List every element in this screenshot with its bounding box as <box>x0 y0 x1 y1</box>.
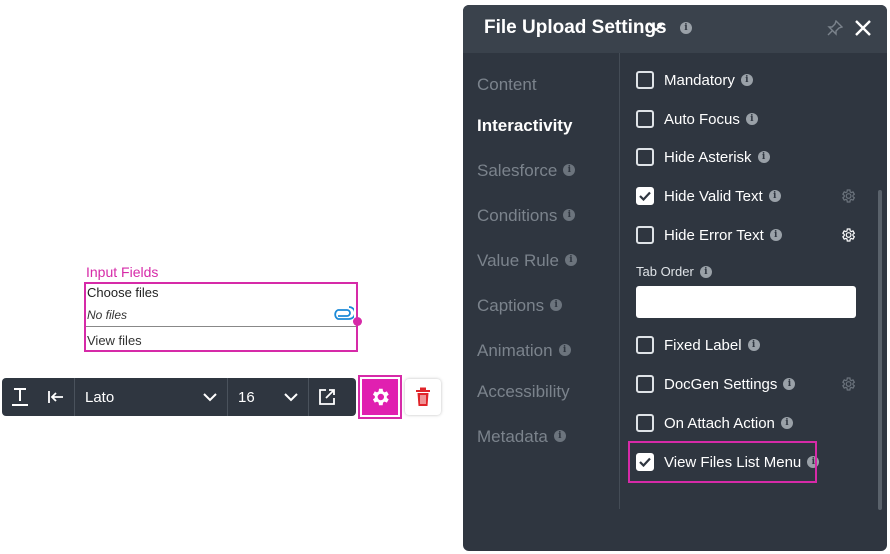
on-attach-action-checkbox[interactable] <box>636 414 654 432</box>
resize-handle[interactable] <box>353 317 362 326</box>
hide-asterisk-label: Hide Asterisk <box>664 148 752 166</box>
info-icon: i <box>563 209 576 222</box>
nav-item-label: Metadata <box>477 427 548 446</box>
scrollbar[interactable] <box>878 190 882 510</box>
info-icon: i <box>757 151 770 163</box>
nav-item-captions[interactable]: Captions i <box>477 296 563 316</box>
nav-item-value-rule[interactable]: Value Rule i <box>477 251 577 271</box>
trash-icon <box>416 387 430 406</box>
nav-item-label: Value Rule <box>477 251 559 270</box>
nav-item-metadata[interactable]: Metadata i <box>477 427 566 447</box>
option-mandatory[interactable]: Mandatory i <box>636 69 753 91</box>
hide-valid-text-gear-icon[interactable] <box>840 188 856 204</box>
info-icon: i <box>783 378 796 390</box>
view-files-link[interactable]: View files <box>87 333 142 348</box>
nav-item-label: Accessibility <box>477 382 570 401</box>
file-upload-widget[interactable]: Choose files No files View files <box>84 282 362 352</box>
info-icon: i <box>740 74 753 86</box>
option-docgen-settings[interactable]: DocGen Settings i <box>636 373 796 395</box>
align-left-button[interactable] <box>38 378 74 416</box>
auto-focus-checkbox[interactable] <box>636 110 654 128</box>
no-files-text: No files <box>87 308 128 322</box>
docgen-settings-checkbox[interactable] <box>636 375 654 393</box>
hide-error-text-gear-icon[interactable] <box>840 227 856 243</box>
nav-item-label: Content <box>477 75 537 94</box>
mandatory-label: Mandatory <box>664 71 735 89</box>
option-hide-valid-text[interactable]: Hide Valid Text i <box>636 185 781 207</box>
mandatory-checkbox[interactable] <box>636 71 654 89</box>
nav-item-label: Salesforce <box>477 161 558 180</box>
font-family-value: Lato <box>85 388 115 406</box>
checkmark-icon <box>639 191 651 201</box>
chevron-down-icon[interactable] <box>649 23 663 32</box>
chevron-down-icon <box>284 392 298 401</box>
info-icon: i <box>564 254 577 267</box>
close-icon[interactable] <box>853 18 873 38</box>
info-icon: i <box>550 299 563 312</box>
settings-gear-button[interactable] <box>358 375 402 419</box>
chevron-down-icon <box>203 392 217 401</box>
nav-item-salesforce[interactable]: Salesforce i <box>477 161 576 181</box>
info-icon: i <box>553 430 566 443</box>
nav-item-animation[interactable]: Animation i <box>477 341 571 361</box>
external-link-icon <box>319 389 335 405</box>
docgen-settings-label: DocGen Settings <box>664 375 778 393</box>
widget-divider <box>86 326 356 327</box>
align-left-icon <box>48 391 63 403</box>
option-hide-error-text[interactable]: Hide Error Text i <box>636 224 782 246</box>
tab-order-input[interactable] <box>636 286 856 318</box>
info-icon: i <box>747 339 760 351</box>
hide-valid-text-checkbox[interactable] <box>636 187 654 205</box>
paperclip-icon[interactable] <box>332 306 354 320</box>
panel-header: File Upload Settings i <box>463 5 887 53</box>
font-family-select[interactable]: Lato <box>75 378 227 416</box>
info-icon: i <box>563 164 576 177</box>
info-icon: i <box>745 113 758 125</box>
settings-panel: File Upload Settings i Content Interactiv… <box>463 5 887 551</box>
option-auto-focus[interactable]: Auto Focus i <box>636 108 758 130</box>
highlight-box <box>628 441 817 483</box>
info-icon: i <box>558 344 571 357</box>
tab-order-label: Tab Order i <box>636 264 712 279</box>
hide-asterisk-checkbox[interactable] <box>636 148 654 166</box>
info-icon: i <box>680 22 692 34</box>
format-toolbar: Lato 16 <box>2 378 356 416</box>
hide-error-text-label: Hide Error Text <box>664 226 764 244</box>
text-underline-icon <box>12 388 28 406</box>
nav-item-interactivity[interactable]: Interactivity <box>477 116 572 136</box>
choose-files-label[interactable]: Choose files <box>87 285 159 300</box>
nav-item-label: Conditions <box>477 206 558 225</box>
pin-icon[interactable] <box>827 20 843 36</box>
nav-item-conditions[interactable]: Conditions i <box>477 206 576 226</box>
panel-title[interactable]: File Upload Settings <box>484 17 667 39</box>
nav-item-content[interactable]: Content <box>477 75 537 95</box>
info-icon: i <box>780 417 793 429</box>
info-icon: i <box>768 190 781 202</box>
docgen-settings-gear-icon[interactable] <box>840 376 856 392</box>
info-icon: i <box>699 265 712 278</box>
open-external-button[interactable] <box>309 378 345 416</box>
font-size-value: 16 <box>238 388 255 406</box>
option-on-attach-action[interactable]: On Attach Action i <box>636 412 793 434</box>
option-hide-asterisk[interactable]: Hide Asterisk i <box>636 146 770 168</box>
hide-valid-text-label: Hide Valid Text <box>664 187 763 205</box>
nav-item-label: Animation <box>477 341 553 360</box>
delete-button[interactable] <box>405 379 441 415</box>
fixed-label-checkbox[interactable] <box>636 336 654 354</box>
hide-error-text-checkbox[interactable] <box>636 226 654 244</box>
nav-item-label: Interactivity <box>477 116 573 135</box>
tab-order-label-text: Tab Order <box>636 264 694 279</box>
fixed-label-label: Fixed Label <box>664 336 742 354</box>
option-fixed-label[interactable]: Fixed Label i <box>636 334 760 356</box>
widget-title-label: Input Fields <box>86 264 159 280</box>
nav-item-accessibility[interactable]: Accessibility <box>477 382 570 402</box>
text-style-button[interactable] <box>2 378 38 416</box>
gear-icon <box>372 388 389 406</box>
auto-focus-label: Auto Focus <box>664 110 740 128</box>
info-icon: i <box>769 229 782 241</box>
nav-divider <box>619 53 620 509</box>
on-attach-action-label: On Attach Action <box>664 414 775 432</box>
nav-item-label: Captions <box>477 296 545 315</box>
font-size-select[interactable]: 16 <box>228 378 308 416</box>
